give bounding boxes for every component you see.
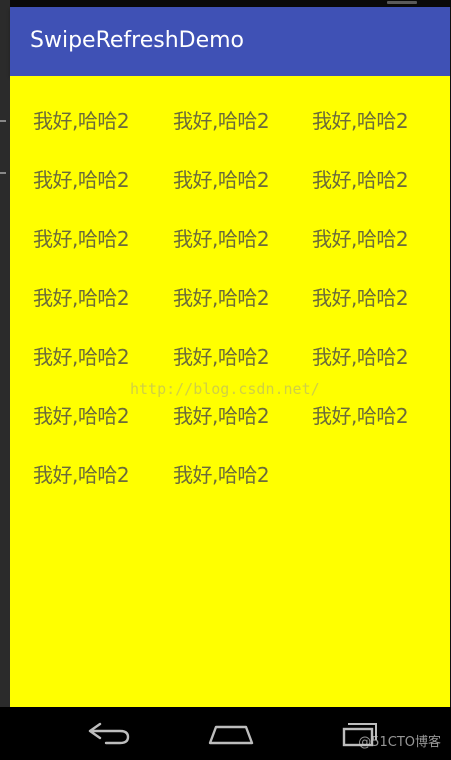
app-title: SwipeRefreshDemo xyxy=(30,28,245,53)
grid-item: 我好,哈哈2 xyxy=(312,168,409,192)
grid-item: 我好,哈哈2 xyxy=(33,345,130,369)
grid-item: 我好,哈哈2 xyxy=(33,404,130,428)
grid-item: 我好,哈哈2 xyxy=(33,463,130,487)
gutter-mark xyxy=(0,172,6,174)
grid-item: 我好,哈哈2 xyxy=(312,345,409,369)
back-button[interactable] xyxy=(86,721,132,747)
app-bar: SwipeRefreshDemo xyxy=(10,7,450,76)
grid-item: 我好,哈哈2 xyxy=(173,109,270,133)
grid-item: 我好,哈哈2 xyxy=(173,286,270,310)
gutter-mark xyxy=(0,120,6,122)
swipe-refresh-content[interactable]: 我好,哈哈2 我好,哈哈2 我好,哈哈2 我好,哈哈2 我好,哈哈2 我好,哈哈2 我好,哈… xyxy=(10,76,450,707)
navigation-bar: @51CTO博客 xyxy=(0,707,451,760)
grid-item: 我好,哈哈2 xyxy=(312,227,409,251)
grid-item: 我好,哈哈2 xyxy=(312,286,409,310)
grid-item: 我好,哈哈2 xyxy=(33,286,130,310)
grid-item: 我好,哈哈2 xyxy=(173,168,270,192)
device-screen: SwipeRefreshDemo 我好,哈哈2 我好,哈哈2 我好,哈哈2 我好,哈哈… xyxy=(0,0,451,760)
grid-item: 我好,哈哈2 xyxy=(33,109,130,133)
left-gutter xyxy=(0,0,10,707)
grid-item: 我好,哈哈2 xyxy=(173,345,270,369)
grid-item: 我好,哈哈2 xyxy=(312,404,409,428)
grid-item: 我好,哈哈2 xyxy=(173,463,270,487)
grid-item: 我好,哈哈2 xyxy=(173,227,270,251)
grid-item: 我好,哈哈2 xyxy=(33,227,130,251)
back-icon xyxy=(88,722,130,745)
grid-item: 我好,哈哈2 xyxy=(33,168,130,192)
status-indicator xyxy=(387,1,417,4)
status-bar xyxy=(10,0,451,7)
credit-watermark: @51CTO博客 xyxy=(358,735,441,750)
home-button[interactable] xyxy=(208,721,254,747)
grid-item: 我好,哈哈2 xyxy=(312,109,409,133)
grid-item: 我好,哈哈2 xyxy=(173,404,270,428)
home-icon xyxy=(208,725,254,745)
watermark: http://blog.csdn.net/ xyxy=(130,380,320,398)
